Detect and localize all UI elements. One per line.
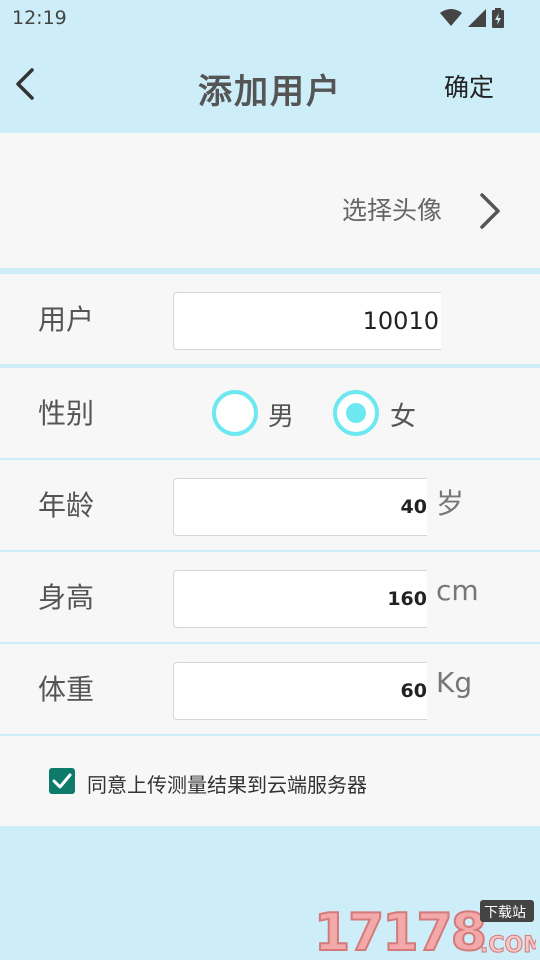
signal-icon — [468, 9, 486, 27]
watermark-logo: 17178 下载站 .COM — [313, 900, 536, 958]
gender-radio-female[interactable] — [333, 390, 379, 436]
agreement-row: 同意上传测量结果到云端服务器 — [0, 736, 540, 826]
choose-avatar-label: 选择头像 — [341, 196, 442, 225]
battery-icon — [492, 8, 504, 28]
user-label: 用户 — [38, 303, 95, 336]
status-bar: 12:19 — [0, 0, 540, 36]
weight-unit: Kg — [436, 666, 473, 699]
gender-male-label: 男 — [268, 402, 295, 432]
chevron-right-icon — [480, 193, 500, 229]
checkmark-icon — [52, 773, 72, 789]
app-header: 添加用户 确定 — [0, 36, 540, 133]
user-input[interactable]: 10010 — [173, 292, 441, 350]
status-icons — [440, 8, 504, 28]
age-label: 年龄 — [38, 489, 95, 522]
gender-label: 性别 — [38, 397, 95, 430]
user-row: 用户 10010 — [0, 274, 540, 364]
weight-row: 体重 60 Kg — [0, 644, 540, 734]
svg-text:下载站: 下载站 — [484, 905, 526, 921]
gender-female-label: 女 — [390, 402, 417, 432]
gender-row: 性别 男 女 — [0, 368, 540, 458]
weight-input[interactable]: 60 — [173, 662, 427, 720]
height-row: 身高 160 cm — [0, 552, 540, 642]
height-label: 身高 — [38, 581, 95, 614]
svg-text:.COM: .COM — [480, 933, 536, 958]
height-input[interactable]: 160 — [173, 570, 427, 628]
choose-avatar-row[interactable]: 选择头像 — [0, 133, 540, 268]
gender-radio-male[interactable] — [212, 390, 258, 436]
age-unit: 岁 — [436, 487, 465, 520]
agree-checkbox[interactable] — [49, 768, 75, 794]
age-row: 年龄 40 岁 — [0, 460, 540, 550]
wifi-icon — [440, 9, 462, 26]
height-unit: cm — [436, 574, 479, 607]
weight-label: 体重 — [38, 673, 95, 706]
agree-text: 同意上传测量结果到云端服务器 — [87, 773, 367, 797]
svg-text:17178: 17178 — [314, 903, 485, 958]
confirm-button[interactable]: 确定 — [444, 68, 494, 104]
age-input[interactable]: 40 — [173, 478, 427, 536]
status-time: 12:19 — [12, 7, 67, 29]
